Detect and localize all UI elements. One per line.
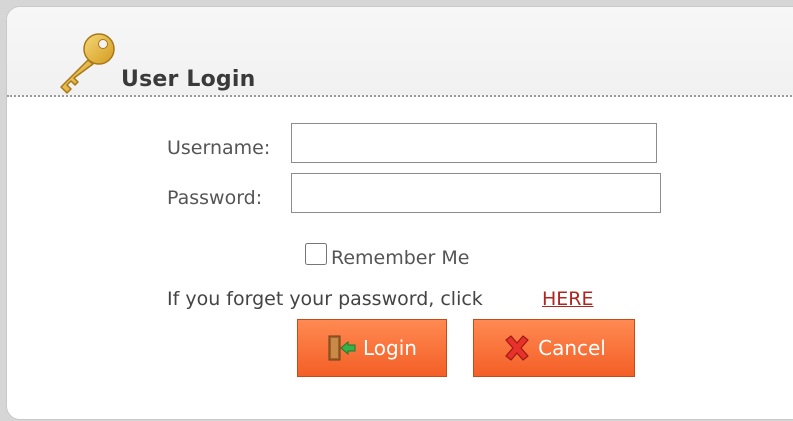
password-label: Password: bbox=[167, 187, 263, 209]
cancel-button-label: Cancel bbox=[538, 336, 606, 360]
cancel-button[interactable]: Cancel bbox=[473, 319, 635, 377]
password-input[interactable] bbox=[291, 173, 661, 213]
panel-header: User Login bbox=[7, 7, 793, 97]
remember-me-label: Remember Me bbox=[331, 247, 470, 269]
username-input[interactable] bbox=[291, 123, 657, 163]
forgot-password-text: If you forget your password, click bbox=[167, 288, 483, 310]
username-label: Username: bbox=[167, 137, 271, 159]
login-panel: User Login Username: Password: Remember … bbox=[6, 6, 793, 420]
red-x-icon bbox=[505, 335, 529, 361]
forgot-password-link[interactable]: HERE bbox=[542, 288, 594, 310]
login-button[interactable]: Login bbox=[297, 319, 447, 377]
login-button-label: Login bbox=[363, 336, 417, 360]
remember-me-checkbox[interactable] bbox=[305, 243, 327, 265]
key-icon bbox=[60, 33, 115, 94]
door-enter-icon bbox=[328, 335, 356, 361]
page-title: User Login bbox=[121, 67, 256, 92]
window-background: User Login Username: Password: Remember … bbox=[0, 0, 793, 421]
